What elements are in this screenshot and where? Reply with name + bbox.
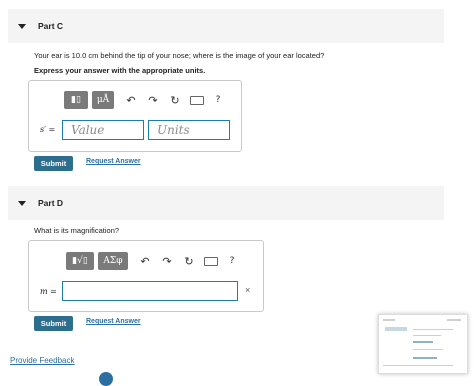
part-d-request-answer-link[interactable]: Request Answer <box>86 318 141 325</box>
part-c-request-answer-link[interactable]: Request Answer <box>86 158 141 165</box>
units-button[interactable]: μÅ <box>92 91 114 109</box>
part-d-toolbar: ▮√▯ ΑΣφ ↶ ↷ ↻ ? <box>66 252 238 270</box>
page-thumbnail[interactable] <box>378 314 468 374</box>
help-icon[interactable]: ? <box>212 95 224 105</box>
redo-icon[interactable]: ↷ <box>160 255 174 268</box>
redo-icon[interactable]: ↷ <box>146 94 160 107</box>
help-badge-icon[interactable] <box>99 372 113 386</box>
clear-icon[interactable]: × <box>245 285 250 295</box>
reset-icon[interactable]: ↻ <box>168 94 182 107</box>
part-c-instruction: Express your answer with the appropriate… <box>34 66 206 75</box>
reset-icon[interactable]: ↻ <box>182 255 196 268</box>
magnification-input[interactable] <box>62 281 238 301</box>
undo-icon[interactable]: ↶ <box>138 255 152 268</box>
part-c-header[interactable]: Part C <box>8 9 444 43</box>
greek-symbols-button[interactable]: ΑΣφ <box>98 252 128 270</box>
keyboard-icon[interactable] <box>190 95 204 105</box>
part-d-question: What is its magnification? <box>34 226 120 235</box>
caret-down-icon[interactable] <box>18 23 26 29</box>
part-c-question: Your ear is 10.0 cm behind the tip of yo… <box>34 51 325 60</box>
keyboard-icon[interactable] <box>204 256 218 266</box>
value-input[interactable]: Value <box>62 120 144 140</box>
provide-feedback-link[interactable]: Provide Feedback <box>10 356 74 365</box>
part-d-title: Part D <box>38 198 64 208</box>
part-d-answer-box <box>28 240 264 312</box>
part-d-variable-label: m = <box>40 287 57 296</box>
part-c-toolbar: ▮▯ μÅ ↶ ↷ ↻ ? <box>64 91 224 109</box>
units-input[interactable]: Units <box>148 120 230 140</box>
part-c-title: Part C <box>38 21 64 31</box>
part-c-submit-button[interactable]: Submit <box>34 156 73 171</box>
part-d-submit-button[interactable]: Submit <box>34 316 73 331</box>
part-d-header[interactable]: Part D <box>8 186 444 220</box>
undo-icon[interactable]: ↶ <box>124 94 138 107</box>
templates-button[interactable]: ▮▯ <box>64 91 88 109</box>
caret-down-icon[interactable] <box>18 200 26 206</box>
part-c-variable-label: s′ = <box>40 125 56 134</box>
templates-button[interactable]: ▮√▯ <box>66 252 94 270</box>
help-icon[interactable]: ? <box>226 256 238 266</box>
